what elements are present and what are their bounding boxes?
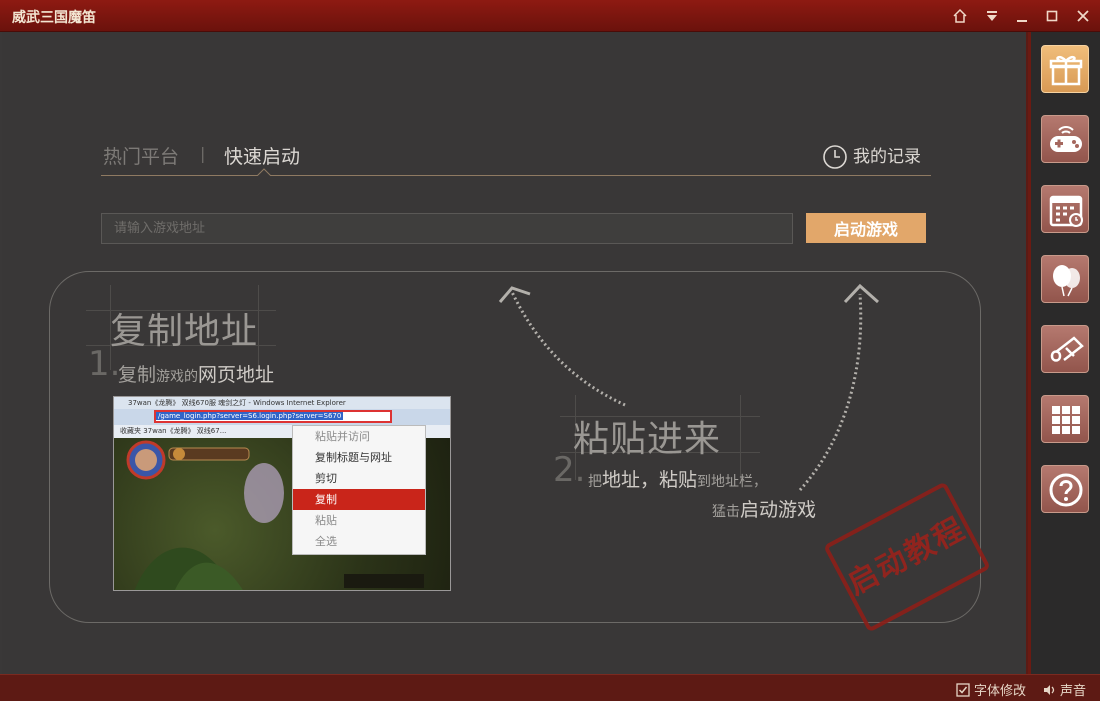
context-menu-item: 剪切 — [315, 472, 337, 485]
scroll-button[interactable] — [1041, 325, 1089, 373]
my-records-label: 我的记录 — [853, 147, 921, 167]
gift-icon — [1049, 55, 1083, 86]
context-menu-item: 全选 — [315, 535, 337, 548]
minimize-icon — [1017, 20, 1027, 22]
sound-label: 声音 — [1060, 684, 1087, 699]
guide-line — [258, 285, 259, 370]
context-menu-item: 粘贴 — [315, 514, 337, 527]
checkbox-icon — [956, 683, 970, 697]
screenshot-url-text: /game_login.php?server=S6.login.php?serv… — [156, 412, 344, 420]
speaker-icon — [1044, 685, 1055, 695]
apps-button[interactable] — [1041, 395, 1089, 443]
clock-icon — [823, 145, 847, 169]
calendar-icon — [1049, 195, 1083, 227]
step2-desc-part: 地址，粘贴 — [602, 469, 698, 491]
app-title: 威武三国魔笛 — [12, 10, 96, 26]
step2-desc-part: 把 — [588, 474, 602, 490]
context-menu-item: 粘贴并访问 — [315, 430, 370, 443]
calendar-button[interactable] — [1041, 185, 1089, 233]
step2-desc-part: 到地址栏， — [697, 474, 768, 490]
tab-quick-start[interactable]: 快速启动 — [224, 142, 300, 169]
step1-desc-part: 游戏的 — [156, 369, 199, 385]
context-menu-item: 复制标题与网址 — [315, 451, 392, 464]
screenshot-context-menu: 粘贴并访问 复制标题与网址 剪切 复制 粘贴 全选 — [292, 425, 426, 555]
scroll-icon — [1050, 336, 1084, 362]
minimize-button[interactable] — [1012, 6, 1032, 26]
gift-button[interactable] — [1041, 45, 1089, 93]
step1-desc-part: 网页地址 — [198, 364, 275, 386]
sound-button[interactable]: 声音 — [1042, 680, 1086, 699]
step1-description: 复制游戏的网页地址 — [118, 360, 274, 387]
font-change-button[interactable]: 字体修改 — [956, 680, 1026, 699]
game-address-input[interactable] — [101, 213, 793, 244]
tab-hot-platform[interactable]: 热门平台 — [103, 142, 179, 169]
step2-number: 2. — [553, 450, 586, 490]
step2-desc-part: 猛击 — [712, 504, 740, 520]
active-tab-caret — [257, 168, 271, 176]
tutorial-screenshot: 37wan《龙腾》 双线670服 魂剑之灯 - Windows Internet… — [113, 396, 451, 591]
events-button[interactable] — [1041, 255, 1089, 303]
balloon-icon — [1053, 265, 1080, 297]
menu-dropdown-button[interactable] — [982, 6, 1002, 26]
screenshot-window-title: 37wan《龙腾》 双线670服 魂剑之灯 - Windows Internet… — [114, 397, 450, 409]
start-game-button[interactable]: 启动游戏 — [806, 213, 926, 243]
screenshot-url-bar: /game_login.php?server=S6.login.php?serv… — [154, 410, 392, 423]
maximize-button[interactable] — [1042, 6, 1062, 26]
step2-description-line2: 猛击启动游戏 — [712, 495, 816, 522]
right-sidebar — [1028, 32, 1100, 674]
step1-title: 复制地址 — [110, 311, 259, 352]
help-icon — [1049, 473, 1083, 507]
help-button[interactable] — [1041, 465, 1089, 513]
font-change-label: 字体修改 — [974, 684, 1027, 699]
chalk-arrow-right — [798, 293, 863, 492]
my-records-button[interactable]: 我的记录 — [822, 144, 921, 170]
step1-number: 1. — [88, 344, 121, 384]
context-menu-item-highlighted: 复制 — [293, 489, 425, 510]
tab-separator: | — [200, 144, 206, 163]
step2-title: 粘贴进来 — [573, 419, 722, 460]
home-button[interactable] — [950, 6, 970, 26]
step2-description-line1: 把地址，粘贴到地址栏， — [588, 465, 767, 492]
step2-desc-part: 启动游戏 — [740, 499, 817, 521]
maximize-icon — [1046, 10, 1058, 22]
close-icon — [1077, 10, 1089, 22]
games-button[interactable] — [1041, 115, 1089, 163]
chalk-arrow-left — [510, 291, 626, 407]
dropdown-icon — [987, 11, 997, 21]
step1-desc-part: 复制 — [118, 364, 157, 386]
chalk-arrow-left-head — [498, 286, 531, 303]
status-bar: 字体修改 声音 — [0, 674, 1100, 701]
grid-icon — [1052, 406, 1080, 434]
home-icon — [953, 8, 967, 23]
gamepad-icon — [1050, 126, 1082, 152]
close-button[interactable] — [1073, 6, 1093, 26]
title-bar: 威武三国魔笛 — [0, 0, 1100, 32]
tab-underline — [101, 175, 931, 176]
